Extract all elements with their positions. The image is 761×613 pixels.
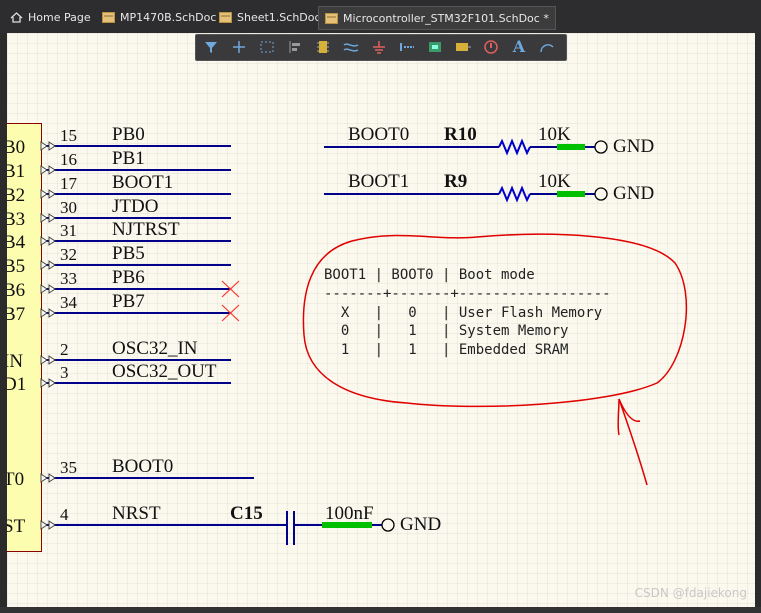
boot-table-row: X | 0 | User Flash Memory — [324, 305, 603, 321]
net-label[interactable]: BOOT1 — [112, 173, 173, 193]
pin-number: 4 — [60, 505, 69, 524]
pin-number: 2 — [60, 340, 69, 359]
pin-number: 16 — [60, 150, 77, 169]
left-panel-edge — [0, 33, 7, 613]
pin-number: 30 — [60, 198, 77, 217]
wire-icon[interactable] — [342, 38, 360, 56]
net-label[interactable]: PB5 — [112, 244, 145, 264]
net-label[interactable]: JTDO — [112, 197, 158, 217]
align-icon[interactable] — [286, 38, 304, 56]
filter-icon[interactable] — [202, 38, 220, 56]
gnd-port-label[interactable]: GND — [613, 137, 654, 157]
net-label[interactable]: OSC32_OUT — [112, 362, 217, 382]
resistor-designator[interactable]: R9 — [444, 172, 467, 192]
chip-pin-name: B7 — [7, 304, 26, 325]
capacitor-designator[interactable]: C15 — [230, 504, 263, 524]
pin-number: 17 — [60, 174, 77, 193]
chip-pin-name: D1 — [7, 374, 27, 395]
resistor-designator[interactable]: R10 — [444, 125, 477, 145]
boot-table-rule: -------+-------+------------------ — [324, 286, 611, 302]
tab-label: Home Page — [28, 10, 91, 24]
net-label[interactable]: NRST — [112, 504, 161, 524]
status-bar — [0, 607, 761, 613]
boot-table-header[interactable]: BOOT1 | BOOT0 | Boot mode — [324, 266, 535, 284]
schematic-doc-icon — [102, 11, 115, 23]
pin-number: 35 — [60, 458, 77, 477]
ground-icon[interactable] — [370, 38, 388, 56]
chip-pin-name: B4 — [7, 232, 26, 253]
tab-home-page[interactable]: Home Page — [10, 6, 91, 28]
schematic-doc-icon — [219, 11, 232, 23]
gnd-port-label[interactable]: GND — [613, 184, 654, 204]
pin-number: 32 — [60, 245, 77, 264]
chip-pin-name: B6 — [7, 280, 26, 301]
schematic-canvas[interactable]: B0 B1 B2 B3 B4 B5 B6 B7 IN D1 T0 ST 15 1… — [7, 33, 755, 607]
pin-number: 15 — [60, 126, 77, 145]
port-icon[interactable] — [398, 38, 416, 56]
net-label[interactable]: PB6 — [112, 268, 145, 288]
active-bar-toolbar: A — [195, 34, 567, 61]
tab-sheet1[interactable]: Sheet1.SchDoc — [219, 6, 321, 28]
pin-number: 33 — [60, 269, 77, 288]
boot-table-row: 0 | 1 | System Memory — [324, 323, 569, 339]
chip-pin-name: B3 — [7, 209, 26, 230]
capacitor-value[interactable]: 100nF — [325, 504, 374, 524]
text-icon[interactable]: A — [510, 38, 528, 56]
net-label[interactable]: PB1 — [112, 149, 145, 169]
schematic-doc-icon — [325, 12, 338, 24]
net-label[interactable]: BOOT0 — [112, 457, 173, 477]
pin-number: 3 — [60, 363, 69, 382]
pin-number: 34 — [60, 293, 77, 312]
net-label[interactable]: BOOT1 — [348, 172, 409, 192]
crosshair-icon[interactable] — [230, 38, 248, 56]
resistor-value[interactable]: 10K — [538, 125, 571, 145]
document-tab-bar: Home Page MP1470B.SchDoc Sheet1.SchDoc M… — [0, 0, 761, 33]
parameter-icon[interactable] — [454, 38, 472, 56]
pin-number: 31 — [60, 221, 77, 240]
component-icon[interactable] — [314, 38, 332, 56]
net-label[interactable]: PB0 — [112, 125, 145, 145]
select-rect-icon[interactable] — [258, 38, 276, 56]
tab-label: Sheet1.SchDoc — [237, 10, 321, 24]
gnd-port-label[interactable]: GND — [400, 515, 441, 535]
resistor-value[interactable]: 10K — [538, 172, 571, 192]
tab-microcontroller[interactable]: Microcontroller_STM32F101.SchDoc * — [318, 6, 556, 30]
tab-mp1470b[interactable]: MP1470B.SchDoc — [102, 6, 216, 28]
net-label[interactable]: OSC32_IN — [112, 339, 198, 359]
tab-label: Microcontroller_STM32F101.SchDoc * — [343, 11, 549, 25]
chip-pin-name: B1 — [7, 161, 26, 182]
chip-pin-name: T0 — [7, 469, 25, 490]
chip-pin-name: B0 — [7, 137, 26, 158]
net-label[interactable]: BOOT0 — [348, 125, 409, 145]
chip-pin-name: B5 — [7, 256, 26, 277]
directive-icon[interactable] — [482, 38, 500, 56]
watermark: CSDN @fdajiekong — [634, 586, 747, 600]
home-icon — [10, 11, 23, 23]
net-label[interactable]: NJTRST — [112, 220, 180, 240]
net-label[interactable]: PB7 — [112, 292, 145, 312]
chip-pin-name: B2 — [7, 185, 26, 206]
chip-pin-name: IN — [7, 351, 24, 372]
chip-pin-name: ST — [7, 516, 26, 537]
tab-label: MP1470B.SchDoc — [120, 10, 217, 24]
arc-icon[interactable] — [538, 38, 556, 56]
harness-icon[interactable] — [426, 38, 444, 56]
boot-table-row: 1 | 1 | Embedded SRAM — [324, 342, 569, 358]
